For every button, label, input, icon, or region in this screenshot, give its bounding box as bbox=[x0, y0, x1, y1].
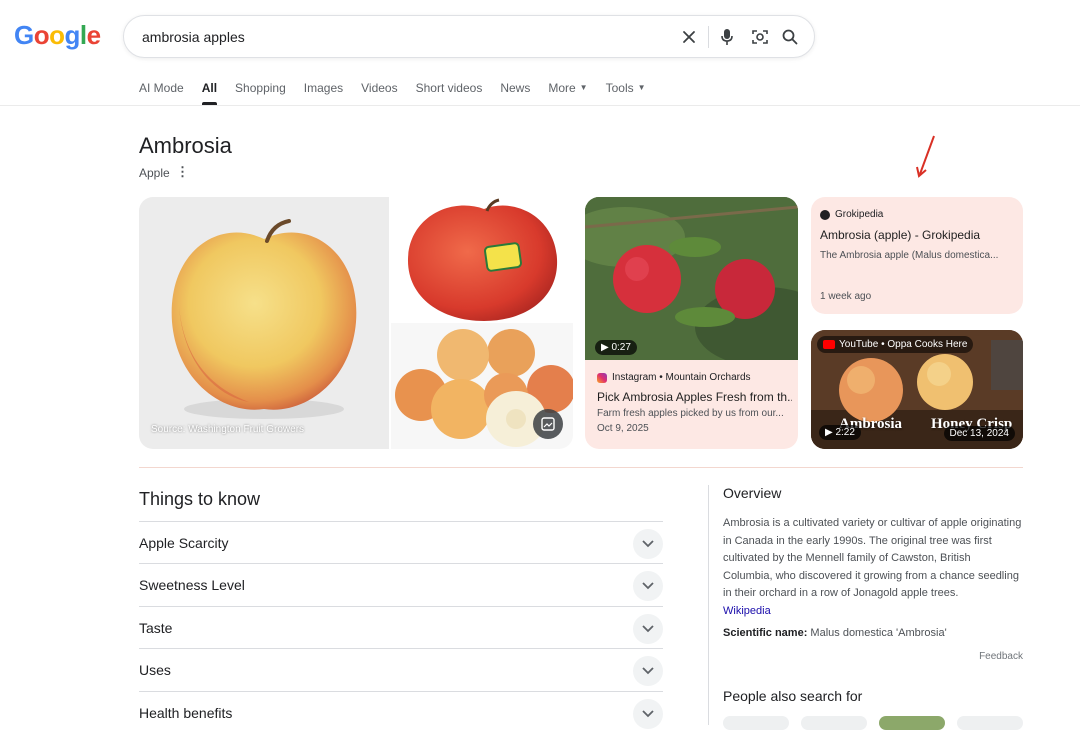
card-source: Instagram • Mountain Orchards bbox=[597, 372, 751, 383]
search-input[interactable] bbox=[140, 16, 660, 57]
apple-image-red[interactable] bbox=[391, 197, 573, 321]
tab-news[interactable]: News bbox=[500, 81, 530, 105]
card-date: Oct 9, 2025 bbox=[597, 423, 649, 434]
column-divider bbox=[708, 485, 709, 725]
instagram-video-card[interactable]: ▶ 0:27 Instagram • Mountain Orchards Pic… bbox=[585, 197, 798, 449]
instagram-video-thumbnail[interactable]: ▶ 0:27 bbox=[585, 197, 798, 367]
card-date: 1 week ago bbox=[820, 291, 872, 302]
scientific-name: Scientific name: Malus domestica 'Ambros… bbox=[723, 627, 947, 639]
things-to-know-title: Things to know bbox=[139, 489, 261, 509]
overview-description: Ambrosia is a cultivated variety or cult… bbox=[723, 517, 1022, 600]
red-apple-photo bbox=[407, 198, 558, 321]
related-entity-thumbnail[interactable] bbox=[957, 716, 1023, 730]
card-source: YouTube • Oppa Cooks Here bbox=[817, 336, 974, 353]
tab-all[interactable]: All bbox=[201, 81, 218, 105]
microphone-icon[interactable] bbox=[716, 26, 738, 48]
camera-lens-icon[interactable] bbox=[749, 26, 771, 48]
video-duration-badge: ▶ 2:22 bbox=[819, 425, 861, 440]
instagram-icon bbox=[597, 372, 607, 383]
tab-short-videos[interactable]: Short videos bbox=[416, 81, 483, 105]
apple-image-pile[interactable] bbox=[391, 323, 573, 449]
related-entity-thumbnail[interactable] bbox=[723, 716, 789, 730]
accordion-item[interactable]: Taste bbox=[139, 606, 663, 649]
section-divider bbox=[139, 467, 1023, 468]
related-entity-thumbnail[interactable] bbox=[879, 716, 945, 730]
search-divider bbox=[708, 26, 709, 48]
accordion-label: Taste bbox=[139, 620, 173, 636]
caret-down-icon: ▼ bbox=[579, 83, 588, 92]
clear-icon[interactable] bbox=[678, 26, 700, 48]
search-icon[interactable] bbox=[779, 26, 801, 48]
chevron-down-icon[interactable] bbox=[633, 529, 663, 559]
google-logo[interactable]: Google bbox=[14, 20, 101, 51]
overview-text: Ambrosia is a cultivated variety or cult… bbox=[723, 515, 1023, 621]
more-options-icon[interactable]: ⋮ bbox=[176, 164, 189, 180]
tab-ai-mode[interactable]: AI Mode bbox=[139, 81, 184, 105]
chevron-down-icon[interactable] bbox=[633, 571, 663, 601]
tab-tools[interactable]: Tools ▼ bbox=[606, 81, 646, 105]
accordion-label: Uses bbox=[139, 662, 171, 678]
overview-title: Overview bbox=[723, 485, 782, 501]
related-entity-thumbnail[interactable] bbox=[801, 716, 867, 730]
card-date: Dec 13, 2024 bbox=[943, 426, 1015, 441]
ambrosia-apple-photo bbox=[171, 219, 357, 419]
accordion-item[interactable]: Uses bbox=[139, 648, 663, 691]
scientific-name-value: Malus domestica 'Ambrosia' bbox=[810, 627, 947, 639]
entity-title: Ambrosia bbox=[139, 133, 232, 158]
tab-shopping[interactable]: Shopping bbox=[235, 81, 286, 105]
search-tabs: AI Mode All Shopping Images Videos Short… bbox=[139, 81, 664, 105]
accordion-label: Sweetness Level bbox=[139, 577, 245, 593]
card-description: The Ambrosia apple (Malus domestica... bbox=[820, 250, 999, 261]
accordion-label: Health benefits bbox=[139, 705, 233, 721]
video-duration-badge: ▶ 0:27 bbox=[595, 340, 637, 355]
youtube-icon bbox=[823, 340, 835, 349]
chevron-down-icon[interactable] bbox=[633, 656, 663, 686]
accordion-label: Apple Scarcity bbox=[139, 535, 229, 551]
card-title[interactable]: Pick Ambrosia Apples Fresh from th... bbox=[597, 390, 792, 404]
grokipedia-icon bbox=[820, 209, 830, 220]
entity-subtitle: Apple bbox=[139, 166, 170, 180]
accordion-item[interactable]: Sweetness Level bbox=[139, 563, 663, 606]
tab-videos[interactable]: Videos bbox=[361, 81, 397, 105]
people-also-search-title: People also search for bbox=[723, 688, 863, 704]
red-arrow-annotation bbox=[916, 135, 935, 178]
tab-more[interactable]: More ▼ bbox=[548, 81, 587, 105]
orchard-apples-photo bbox=[585, 197, 798, 367]
tab-images[interactable]: Images bbox=[304, 81, 343, 105]
accordion-item[interactable]: Health benefits bbox=[139, 691, 663, 734]
scientific-name-label: Scientific name: bbox=[723, 627, 808, 639]
apple-image-main[interactable]: Source: Washington Fruit Growers bbox=[139, 197, 389, 449]
search-box[interactable] bbox=[123, 15, 815, 58]
feedback-link[interactable]: Feedback bbox=[979, 651, 1023, 662]
youtube-video-card[interactable]: Ambrosia Honey Crisp YouTube • Oppa Cook… bbox=[811, 330, 1023, 449]
header-divider bbox=[0, 105, 1080, 106]
wikipedia-link[interactable]: Wikipedia bbox=[723, 605, 771, 617]
image-expand-icon[interactable] bbox=[533, 409, 563, 439]
caret-down-icon: ▼ bbox=[637, 83, 646, 92]
card-title[interactable]: Ambrosia (apple) - Grokipedia bbox=[820, 228, 1015, 242]
accordion-item[interactable]: Apple Scarcity bbox=[139, 521, 663, 564]
card-source: Grokipedia bbox=[820, 209, 883, 220]
grokipedia-card[interactable]: Grokipedia Ambrosia (apple) - Grokipedia… bbox=[811, 197, 1023, 314]
card-description: Farm fresh apples picked by us from our.… bbox=[597, 408, 784, 419]
chevron-down-icon[interactable] bbox=[633, 614, 663, 644]
image-source-caption: Source: Washington Fruit Growers bbox=[151, 424, 305, 435]
